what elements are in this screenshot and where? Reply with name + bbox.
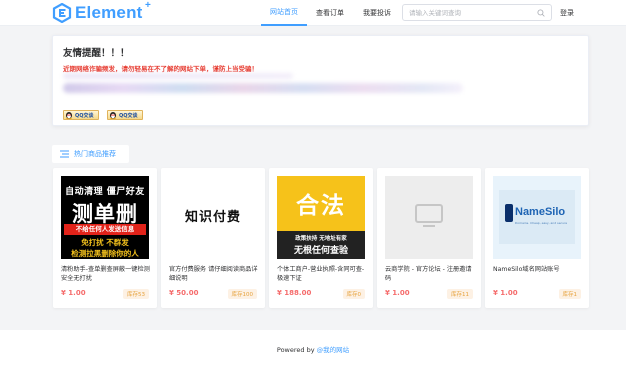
stock-badge: 库存53 (123, 289, 149, 299)
product-card[interactable]: 云商学院 - 官方论坛 - 注册邀请码 ¥ 1.00 库存11 (377, 168, 481, 308)
product-price: ¥ 50.00 (169, 289, 199, 297)
product-image[interactable]: 合法 政策扶持 无地址有家 无根任何查验 (277, 176, 365, 259)
product-price: ¥ 1.00 (493, 289, 518, 297)
blurred-banner (63, 83, 463, 93)
product-image[interactable] (385, 176, 473, 259)
product-name[interactable]: 个体工商户-营业执照-含同可查-极速下证 (277, 265, 367, 283)
image-placeholder-icon (415, 204, 443, 227)
qq-penguin-icon (65, 112, 73, 119)
stock-badge: 库存11 (447, 289, 473, 299)
blurred-text (63, 73, 293, 79)
notice-card: 友情提醒！！！ 近期网络诈骗频发，请勿轻易在不了解的网站下单，谨防上当受骗！ Q… (52, 35, 589, 126)
list-icon (60, 150, 69, 158)
search-box (402, 4, 552, 21)
logo-plus: + (145, 0, 151, 11)
image-text: 免打扰 不群发 (81, 238, 129, 247)
search-icon[interactable] (537, 9, 545, 17)
qq-chat-button-1[interactable]: QQ交谈 (63, 110, 99, 120)
qq-chat-label: QQ交谈 (119, 112, 138, 119)
image-text: 无根任何查验 (293, 246, 348, 256)
search-input[interactable] (409, 7, 535, 18)
nav-home[interactable]: 网站首页 (261, 0, 307, 26)
qq-chat-button-2[interactable]: QQ交谈 (107, 110, 143, 120)
footer-prefix: Powered by (276, 346, 317, 354)
product-card[interactable]: 知识付费 官方付费服务 请仔细阅读商品详细说明 ¥ 50.00 库存100 (161, 168, 265, 308)
product-card[interactable]: NameSilo Domains. Cheap, easy, and secur… (485, 168, 589, 308)
hot-products-tab[interactable]: 热门商品推荐 (52, 145, 129, 163)
product-name[interactable]: 官方付费服务 请仔细阅读商品详细说明 (169, 265, 259, 283)
site-logo[interactable]: Element + (52, 0, 151, 23)
product-image[interactable]: NameSilo Domains. Cheap, easy, and secur… (493, 176, 581, 259)
product-card[interactable]: 自动清理 僵尸好友 测单删 不给任何人发送信息 免打扰 不群发 检测拉黑删除你的… (53, 168, 157, 308)
notice-warning: 近期网络诈骗频发，请勿轻易在不了解的网站下单，谨防上当受骗！ (63, 65, 258, 73)
image-text: 合法 (296, 193, 346, 219)
product-price: ¥ 188.00 (277, 289, 312, 297)
image-text: 政策扶持 无地址有家 (295, 236, 347, 242)
footer-site-link[interactable]: @我的网站 (317, 346, 350, 354)
footer: Powered by @我的网站 (0, 330, 626, 386)
image-text: NameSilo (515, 206, 566, 218)
product-price: ¥ 1.00 (61, 289, 86, 297)
stock-badge: 库存1 (558, 289, 581, 299)
product-name[interactable]: NameSilo域名网站账号 (493, 265, 583, 274)
login-link[interactable]: 登录 (560, 0, 574, 26)
qq-penguin-icon (109, 112, 117, 119)
hot-products-label: 热门商品推荐 (74, 150, 116, 158)
top-header: Element + 网站首页 查看订单 我要投诉 登录 (0, 0, 626, 26)
stock-badge: 库存100 (227, 289, 257, 299)
nav-complaint[interactable]: 我要投诉 (358, 0, 396, 26)
nav-orders[interactable]: 查看订单 (311, 0, 349, 26)
image-text: 不给任何人发送信息 (64, 224, 146, 235)
image-text: 自动清理 僵尸好友 (65, 187, 145, 197)
product-price: ¥ 1.00 (385, 289, 410, 297)
image-text: Domains. Cheap, easy, and secure (515, 221, 568, 225)
stock-badge: 库存0 (342, 289, 365, 299)
element-logo-icon (52, 3, 72, 23)
product-name[interactable]: 清粉助手-查单删查屏蔽一键检测安全无打扰 (61, 265, 151, 283)
qq-chat-label: QQ交谈 (75, 112, 94, 119)
notice-title: 友情提醒！！！ (63, 48, 130, 59)
logo-text: Element (75, 3, 143, 22)
image-text: 检测拉黑删除你的人 (71, 249, 139, 258)
product-image[interactable]: 自动清理 僵尸好友 测单删 不给任何人发送信息 免打扰 不群发 检测拉黑删除你的… (61, 176, 149, 259)
image-text: 知识付费 (184, 210, 241, 225)
footer-text: Powered by @我的网站 (0, 344, 626, 354)
product-image[interactable]: 知识付费 (169, 176, 257, 259)
product-card[interactable]: 合法 政策扶持 无地址有家 无根任何查验 个体工商户-营业执照-含同可查-极速下… (269, 168, 373, 308)
product-name[interactable]: 云商学院 - 官方论坛 - 注册邀请码 (385, 265, 475, 283)
namesilo-logo-icon (505, 204, 513, 222)
